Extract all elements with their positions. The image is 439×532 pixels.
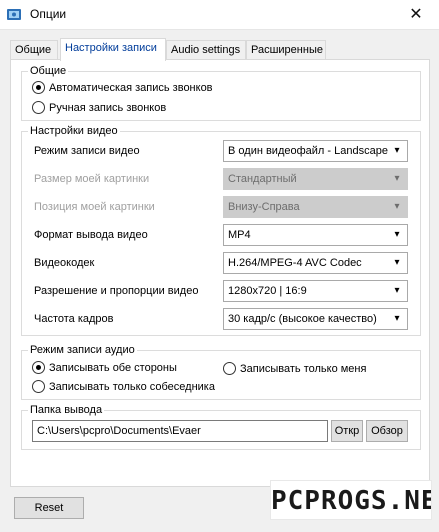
radio-unchecked-icon [32,380,45,393]
video-group-title: Настройки видео [28,124,120,138]
record-only-me-radio[interactable]: Записывать только меня [223,362,366,375]
record-only-me-label: Записывать только меня [240,362,367,375]
my-picture-position-select: Внизу-Справа ▾ [223,196,408,218]
record-both-sides-radio[interactable]: Записывать обе стороны [32,361,177,374]
audio-group-title: Режим записи аудио [28,343,137,357]
open-folder-button[interactable]: Откр [331,420,363,442]
tab-strip: Общие Настройки записи Audio settings Ра… [10,38,430,61]
my-picture-size-select: Стандартный ▾ [223,168,408,190]
tab-audio-settings[interactable]: Audio settings [166,40,246,60]
auto-record-label: Автоматическая запись звонков [49,81,213,94]
video-settings-group: Настройки видео Режим записи видео В оди… [21,124,421,336]
radio-unchecked-icon [32,101,45,114]
video-mode-value: В один видеофайл - Landscape [228,145,388,157]
radio-checked-icon [32,361,45,374]
chevron-down-icon: ▾ [394,285,400,296]
audio-mode-group: Режим записи аудио Записывать обе сторон… [21,343,421,400]
watermark-logo: PCPROGS.NET [270,480,432,520]
my-picture-position-value: Внизу-Справа [228,201,300,213]
my-picture-position-label: Позиция моей картинки [34,201,155,213]
my-picture-size-label: Размер моей картинки [34,173,150,185]
browse-button[interactable]: Обзор [366,420,408,442]
record-both-sides-label: Записывать обе стороны [49,361,177,374]
app-icon [7,9,21,20]
output-format-select[interactable]: MP4 ▾ [223,224,408,246]
tab-recording-settings[interactable]: Настройки записи [60,38,166,61]
chevron-down-icon: ▾ [394,229,400,240]
close-button[interactable]: ✕ [393,0,439,30]
video-codec-label: Видеокодек [34,257,95,269]
reset-button[interactable]: Reset [14,497,84,519]
chevron-down-icon: ▾ [394,145,400,156]
manual-record-radio[interactable]: Ручная запись звонков [32,101,166,114]
auto-record-radio[interactable]: Автоматическая запись звонков [32,81,213,94]
general-group: Общие Автоматическая запись звонков Ручн… [21,64,421,121]
radio-unchecked-icon [223,362,236,375]
output-format-label: Формат вывода видео [34,229,148,241]
record-only-peer-label: Записывать только собеседника [49,380,215,393]
window-title: Опции [30,7,67,21]
resolution-label: Разрешение и пропорции видео [34,285,199,297]
output-group-title: Папка вывода [28,403,105,417]
title-bar: Опции ✕ [0,0,439,30]
tab-general[interactable]: Общие [10,40,58,60]
resolution-select[interactable]: 1280x720 | 16:9 ▾ [223,280,408,302]
video-codec-select[interactable]: H.264/MPEG-4 AVC Codec ▾ [223,252,408,274]
output-folder-group: Папка вывода C:\Users\pcpro\Documents\Ev… [21,403,421,450]
my-picture-size-value: Стандартный [228,173,297,185]
video-mode-select[interactable]: В один видеофайл - Landscape ▾ [223,140,408,162]
output-path-input[interactable]: C:\Users\pcpro\Documents\Evaer [32,420,328,442]
tab-advanced[interactable]: Расширенные [246,40,326,60]
frame-rate-select[interactable]: 30 кадр/с (высокое качество) ▾ [223,308,408,330]
general-group-title: Общие [28,64,69,78]
video-codec-value: H.264/MPEG-4 AVC Codec [228,257,362,269]
frame-rate-label: Частота кадров [34,313,114,325]
radio-checked-icon [32,81,45,94]
chevron-down-icon: ▾ [394,313,400,324]
frame-rate-value: 30 кадр/с (высокое качество) [228,313,377,325]
tab-page: Общие Автоматическая запись звонков Ручн… [10,59,430,487]
video-mode-label: Режим записи видео [34,145,140,157]
manual-record-label: Ручная запись звонков [49,101,167,114]
resolution-value: 1280x720 | 16:9 [228,285,307,297]
record-only-peer-radio[interactable]: Записывать только собеседника [32,380,215,393]
chevron-down-icon: ▾ [394,257,400,268]
chevron-down-icon: ▾ [394,173,400,184]
chevron-down-icon: ▾ [394,201,400,212]
output-format-value: MP4 [228,229,251,241]
